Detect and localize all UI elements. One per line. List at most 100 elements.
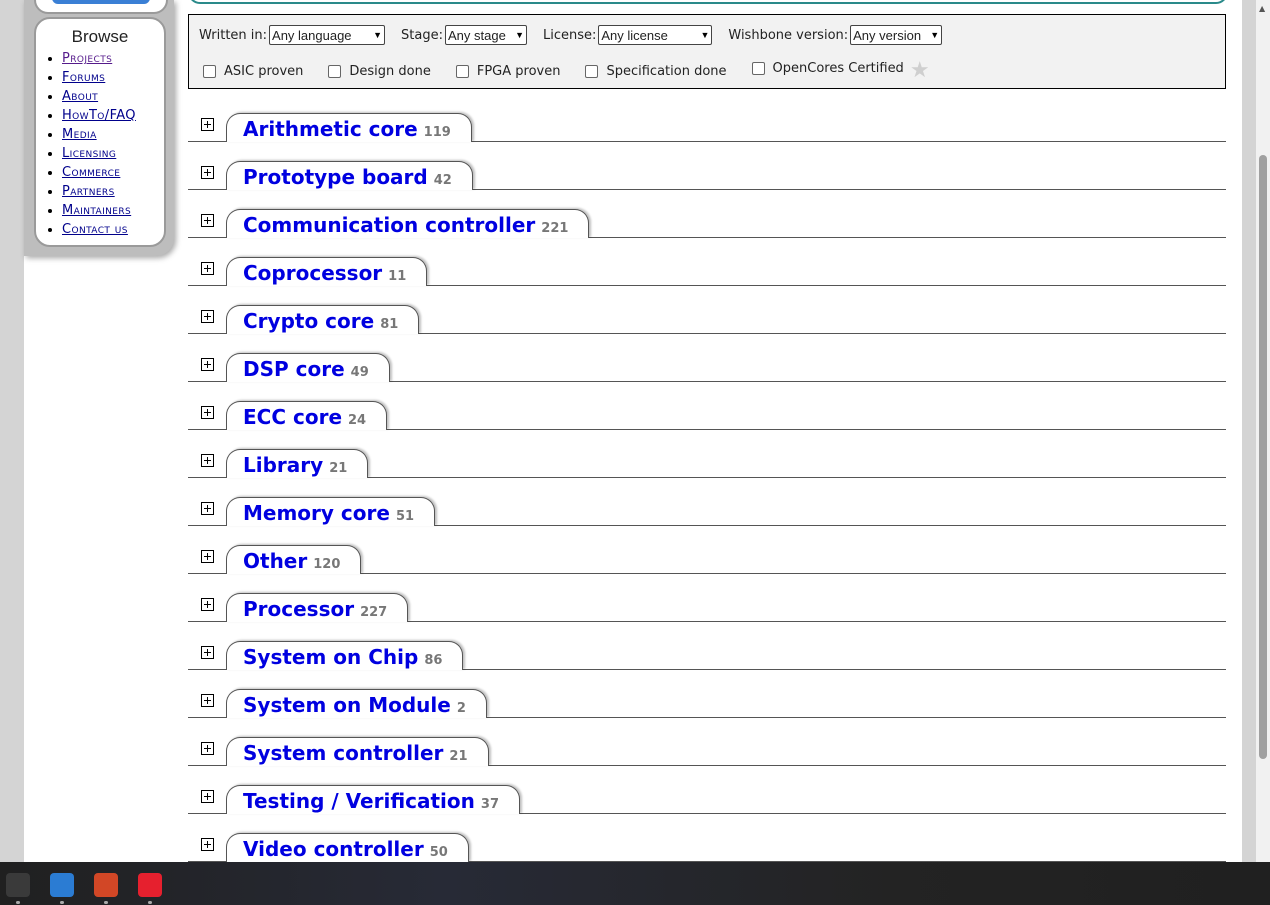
netease-music-icon[interactable]	[138, 873, 162, 897]
stage-label: Stage:	[401, 27, 443, 43]
opencores-certified-checkbox[interactable]	[751, 62, 765, 75]
category-count: 37	[480, 797, 499, 812]
expand-plus-icon[interactable]	[201, 502, 214, 515]
category-tab: System controller 21	[226, 737, 489, 766]
category-link[interactable]: Testing / Verification	[243, 790, 475, 814]
nav-link-partners[interactable]: Partners	[62, 184, 115, 199]
specification-done-label: Specification done	[606, 64, 727, 79]
category-link[interactable]: Coprocessor	[243, 262, 382, 286]
expand-plus-icon[interactable]	[201, 454, 214, 467]
taskbar-running-indicator	[148, 901, 152, 904]
certified-star-icon: ★	[909, 58, 930, 83]
written-in-label: Written in:	[199, 27, 268, 43]
category-link[interactable]: Arithmetic core	[243, 118, 418, 142]
nav-item: Forums	[62, 68, 164, 87]
category-link[interactable]: System on Chip	[243, 646, 418, 670]
expand-plus-icon[interactable]	[201, 838, 214, 851]
expand-plus-icon[interactable]	[201, 214, 214, 227]
stage-select[interactable]: Any stage ▼	[444, 25, 527, 45]
nav-link-about[interactable]: About	[62, 89, 98, 104]
category-row: System controller 21	[188, 729, 1226, 777]
nav-link-projects[interactable]: Projects	[62, 51, 112, 66]
nav-link-licensing[interactable]: Licensing	[62, 146, 116, 161]
category-tab: Crypto core 81	[226, 305, 420, 334]
browse-box: Browse Projects Forums About HowTo/FAQ M…	[34, 17, 166, 247]
category-link[interactable]: Video controller	[243, 838, 424, 862]
category-link[interactable]: Communication controller	[243, 214, 535, 238]
category-tab: System on Module 2	[226, 689, 487, 718]
category-count: 120	[313, 557, 341, 572]
expand-plus-icon[interactable]	[201, 598, 214, 611]
nav-item: Licensing	[62, 144, 164, 163]
nav-link-commerce[interactable]: Commerce	[62, 165, 120, 180]
category-count: 119	[423, 125, 451, 140]
category-row: Prototype board 42	[188, 153, 1226, 201]
wishbone-select[interactable]: Any version ▼	[850, 25, 943, 45]
category-link[interactable]: Processor	[243, 598, 354, 622]
category-link[interactable]: Library	[243, 454, 323, 478]
license-select[interactable]: Any license ▼	[598, 25, 713, 45]
category-tab: Prototype board 42	[226, 161, 473, 190]
category-row: Other 120	[188, 537, 1226, 585]
expand-plus-icon[interactable]	[201, 262, 214, 275]
category-link[interactable]: System on Module	[243, 694, 451, 718]
nav-link-howto-faq[interactable]: HowTo/FAQ	[62, 108, 136, 123]
scroll-up-icon[interactable]: ▲	[1259, 4, 1265, 13]
nav-item: Maintainers	[62, 201, 164, 220]
category-tab: System on Chip 86	[226, 641, 464, 670]
top-button-remnant[interactable]	[52, 0, 150, 4]
expand-plus-icon[interactable]	[201, 550, 214, 563]
scrollbar-thumb[interactable]	[1259, 155, 1267, 759]
expand-plus-icon[interactable]	[201, 646, 214, 659]
language-select[interactable]: Any language ▼	[269, 25, 386, 45]
category-row: System on Module 2	[188, 681, 1226, 729]
category-link[interactable]: ECC core	[243, 406, 342, 430]
todo-check-icon[interactable]	[50, 873, 74, 897]
expand-plus-icon[interactable]	[201, 406, 214, 419]
chevron-down-icon: ▼	[930, 30, 940, 40]
expand-plus-icon[interactable]	[201, 310, 214, 323]
design-done-checkbox[interactable]	[328, 65, 342, 78]
design-done-label: Design done	[349, 64, 431, 79]
nav-item: HowTo/FAQ	[62, 106, 164, 125]
nav-item: Commerce	[62, 163, 164, 182]
expand-plus-icon[interactable]	[201, 358, 214, 371]
browse-nav-list: Projects Forums About HowTo/FAQ Media Li…	[36, 49, 164, 239]
category-tab: Video controller 50	[226, 833, 469, 862]
expand-plus-icon[interactable]	[201, 118, 214, 131]
category-tab: Communication controller 221	[226, 209, 590, 238]
category-row: Arithmetic core 119	[188, 105, 1226, 153]
expand-plus-icon[interactable]	[201, 790, 214, 803]
asic-proven-checkbox[interactable]	[203, 65, 216, 78]
category-count: 86	[424, 653, 443, 668]
category-count: 21	[329, 461, 348, 476]
category-link[interactable]: Other	[243, 550, 307, 574]
category-count: 49	[350, 365, 369, 380]
nav-link-maintainers[interactable]: Maintainers	[62, 203, 131, 218]
category-count: 24	[348, 413, 367, 428]
expand-plus-icon[interactable]	[201, 742, 214, 755]
category-link[interactable]: Prototype board	[243, 166, 428, 190]
specification-done-checkbox[interactable]	[585, 65, 599, 78]
scrollbar[interactable]: ▲	[1256, 0, 1270, 862]
category-row: Testing / Verification 37	[188, 777, 1226, 825]
category-link[interactable]: Crypto core	[243, 310, 374, 334]
nav-link-media[interactable]: Media	[62, 127, 97, 142]
category-link[interactable]: DSP core	[243, 358, 345, 382]
fpga-proven-checkbox[interactable]	[455, 65, 469, 78]
taskbar-running-indicator	[104, 901, 108, 904]
category-link[interactable]: System controller	[243, 742, 443, 766]
nav-item: Projects	[62, 49, 164, 68]
fpga-proven-label: FPGA proven	[476, 64, 561, 79]
terminal-icon[interactable]	[6, 873, 30, 897]
nav-link-forums[interactable]: Forums	[62, 70, 105, 85]
nav-link-contact-us[interactable]: Contact us	[62, 222, 128, 237]
category-count: 50	[429, 845, 448, 860]
chevron-down-icon: ▼	[373, 30, 383, 40]
powerpoint-icon[interactable]	[94, 873, 118, 897]
category-link[interactable]: Memory core	[243, 502, 390, 526]
expand-plus-icon[interactable]	[201, 694, 214, 707]
category-row: Memory core 51	[188, 489, 1226, 537]
category-row: Coprocessor 11	[188, 249, 1226, 297]
expand-plus-icon[interactable]	[201, 166, 214, 179]
